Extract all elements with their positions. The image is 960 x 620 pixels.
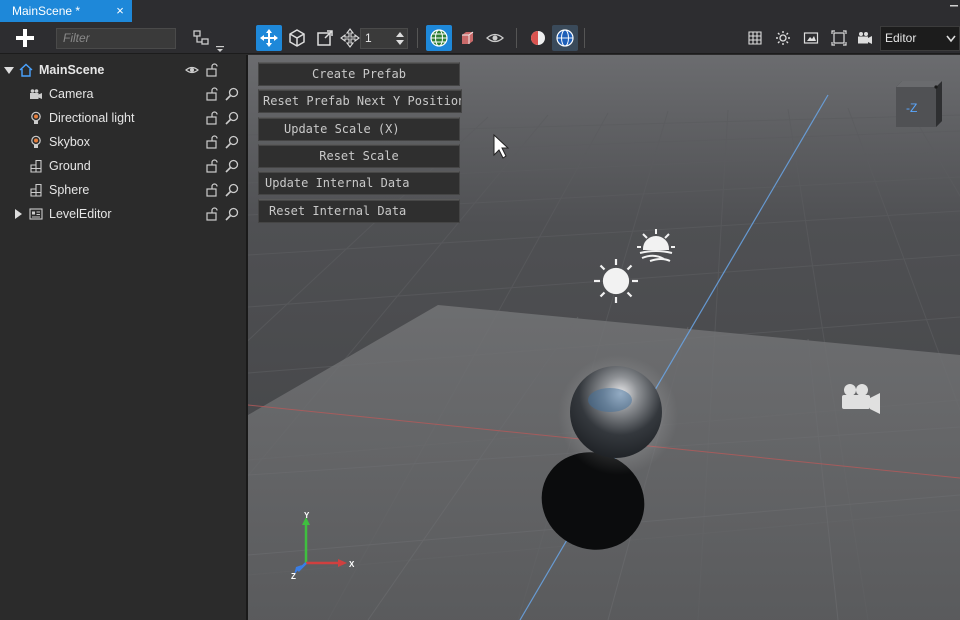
tree-item-skybox[interactable]: Skybox (0, 130, 246, 154)
tree-item-leveleditor[interactable]: LevelEditor (0, 202, 246, 226)
tree-item-ground[interactable]: Ground (0, 154, 246, 178)
tree-item-camera[interactable]: Camera (0, 82, 246, 106)
visibility-toggle-icon[interactable] (482, 25, 508, 51)
expanded-arrow-icon[interactable] (4, 65, 14, 75)
local-space-button[interactable] (454, 25, 480, 51)
search-icon[interactable] (225, 159, 239, 173)
snap-value-input[interactable]: 1 (360, 28, 408, 49)
tab-menu-icon[interactable] (950, 2, 958, 12)
tree-item-directional-light[interactable]: Directional light (0, 106, 246, 130)
unlock-icon[interactable] (205, 111, 219, 125)
toolbar-separator (584, 28, 585, 48)
fit-view-icon[interactable] (826, 25, 852, 51)
home-icon (19, 63, 33, 77)
tab-mainscene[interactable]: MainScene * × (0, 0, 132, 22)
axis-label-y: Y (304, 511, 310, 520)
update-internal-data-button[interactable]: Update Internal Data (258, 171, 460, 195)
world-space-button[interactable] (426, 25, 452, 51)
mesh-icon (30, 159, 42, 173)
hierarchy-options-icon[interactable] (188, 25, 214, 51)
tree-item-sphere[interactable]: Sphere (0, 178, 246, 202)
unlock-icon[interactable] (205, 183, 219, 197)
scale-tool-button[interactable] (312, 25, 338, 51)
search-icon[interactable] (225, 87, 239, 101)
unlock-icon[interactable] (205, 87, 219, 101)
search-icon[interactable] (225, 183, 239, 197)
translate-tool-button[interactable] (256, 25, 282, 51)
rotate-tool-button[interactable] (284, 25, 310, 51)
shading-mode-button[interactable] (525, 25, 551, 51)
axis-label-z: Z (291, 572, 296, 581)
update-scale-button[interactable]: Update Scale (X) (258, 117, 460, 141)
toolbar-separator (516, 28, 517, 48)
tree-item-label: LevelEditor (49, 207, 112, 221)
chevron-down-icon (946, 35, 956, 43)
tab-strip: MainScene * × (0, 0, 960, 22)
image-view-icon[interactable] (798, 25, 824, 51)
mesh-icon (30, 183, 42, 197)
eye-icon[interactable] (185, 63, 199, 77)
gear-icon[interactable] (770, 25, 796, 51)
toolbar: Filter 1 Editor (0, 22, 960, 54)
tree-item-label: Sphere (49, 183, 90, 197)
camera-icon (30, 89, 42, 99)
unlock-icon[interactable] (205, 159, 219, 173)
search-icon[interactable] (225, 207, 239, 221)
reset-internal-data-button[interactable]: Reset Internal Data (258, 199, 460, 223)
search-icon[interactable] (225, 111, 239, 125)
add-entity-button[interactable] (12, 25, 38, 51)
search-icon[interactable] (225, 135, 239, 149)
tree-item-label: Ground (49, 159, 91, 173)
editor-window: MainScene * × Filter 1 Editor MainScene … (0, 0, 960, 620)
panel-collapse-icon[interactable] (216, 42, 224, 52)
unlock-icon[interactable] (205, 135, 219, 149)
toolbar-separator (417, 28, 418, 48)
create-prefab-button[interactable]: Create Prefab (258, 62, 460, 86)
globe-view-button[interactable] (552, 25, 578, 51)
script-icon (29, 208, 43, 220)
reset-prefab-y-button[interactable]: Reset Prefab Next Y Position (258, 89, 462, 113)
tab-title: MainScene * (12, 4, 81, 18)
light-bulb-icon (31, 111, 41, 124)
unlock-icon[interactable] (205, 63, 219, 77)
tree-item-label: Skybox (49, 135, 90, 149)
view-mode-value: Editor (885, 31, 917, 45)
tree-item-label: MainScene (39, 63, 105, 77)
tab-close-icon[interactable]: × (112, 0, 128, 22)
reset-scale-button[interactable]: Reset Scale (258, 144, 460, 168)
tree-item-label: Camera (49, 87, 94, 101)
tree-root-mainscene[interactable]: MainScene (0, 58, 246, 82)
view-mode-select[interactable]: Editor (880, 26, 960, 51)
view-cube-label[interactable]: -Z (906, 101, 917, 115)
tree-item-label: Directional light (49, 111, 135, 125)
camera-view-icon[interactable] (852, 25, 878, 51)
unlock-icon[interactable] (205, 207, 219, 221)
scene-hierarchy-panel: MainScene Camera Directional light Skybo… (0, 55, 246, 620)
light-bulb-icon (31, 135, 41, 148)
filter-input[interactable]: Filter (56, 28, 176, 49)
spinner-arrows-icon[interactable] (395, 30, 405, 47)
scene-viewport[interactable]: -Z Y X Z Create Prefab Reset Prefab Next… (248, 55, 960, 620)
collapsed-arrow-icon[interactable] (13, 209, 23, 219)
snap-value: 1 (365, 31, 372, 45)
grid-icon[interactable] (742, 25, 768, 51)
axis-label-x: X (349, 560, 355, 569)
